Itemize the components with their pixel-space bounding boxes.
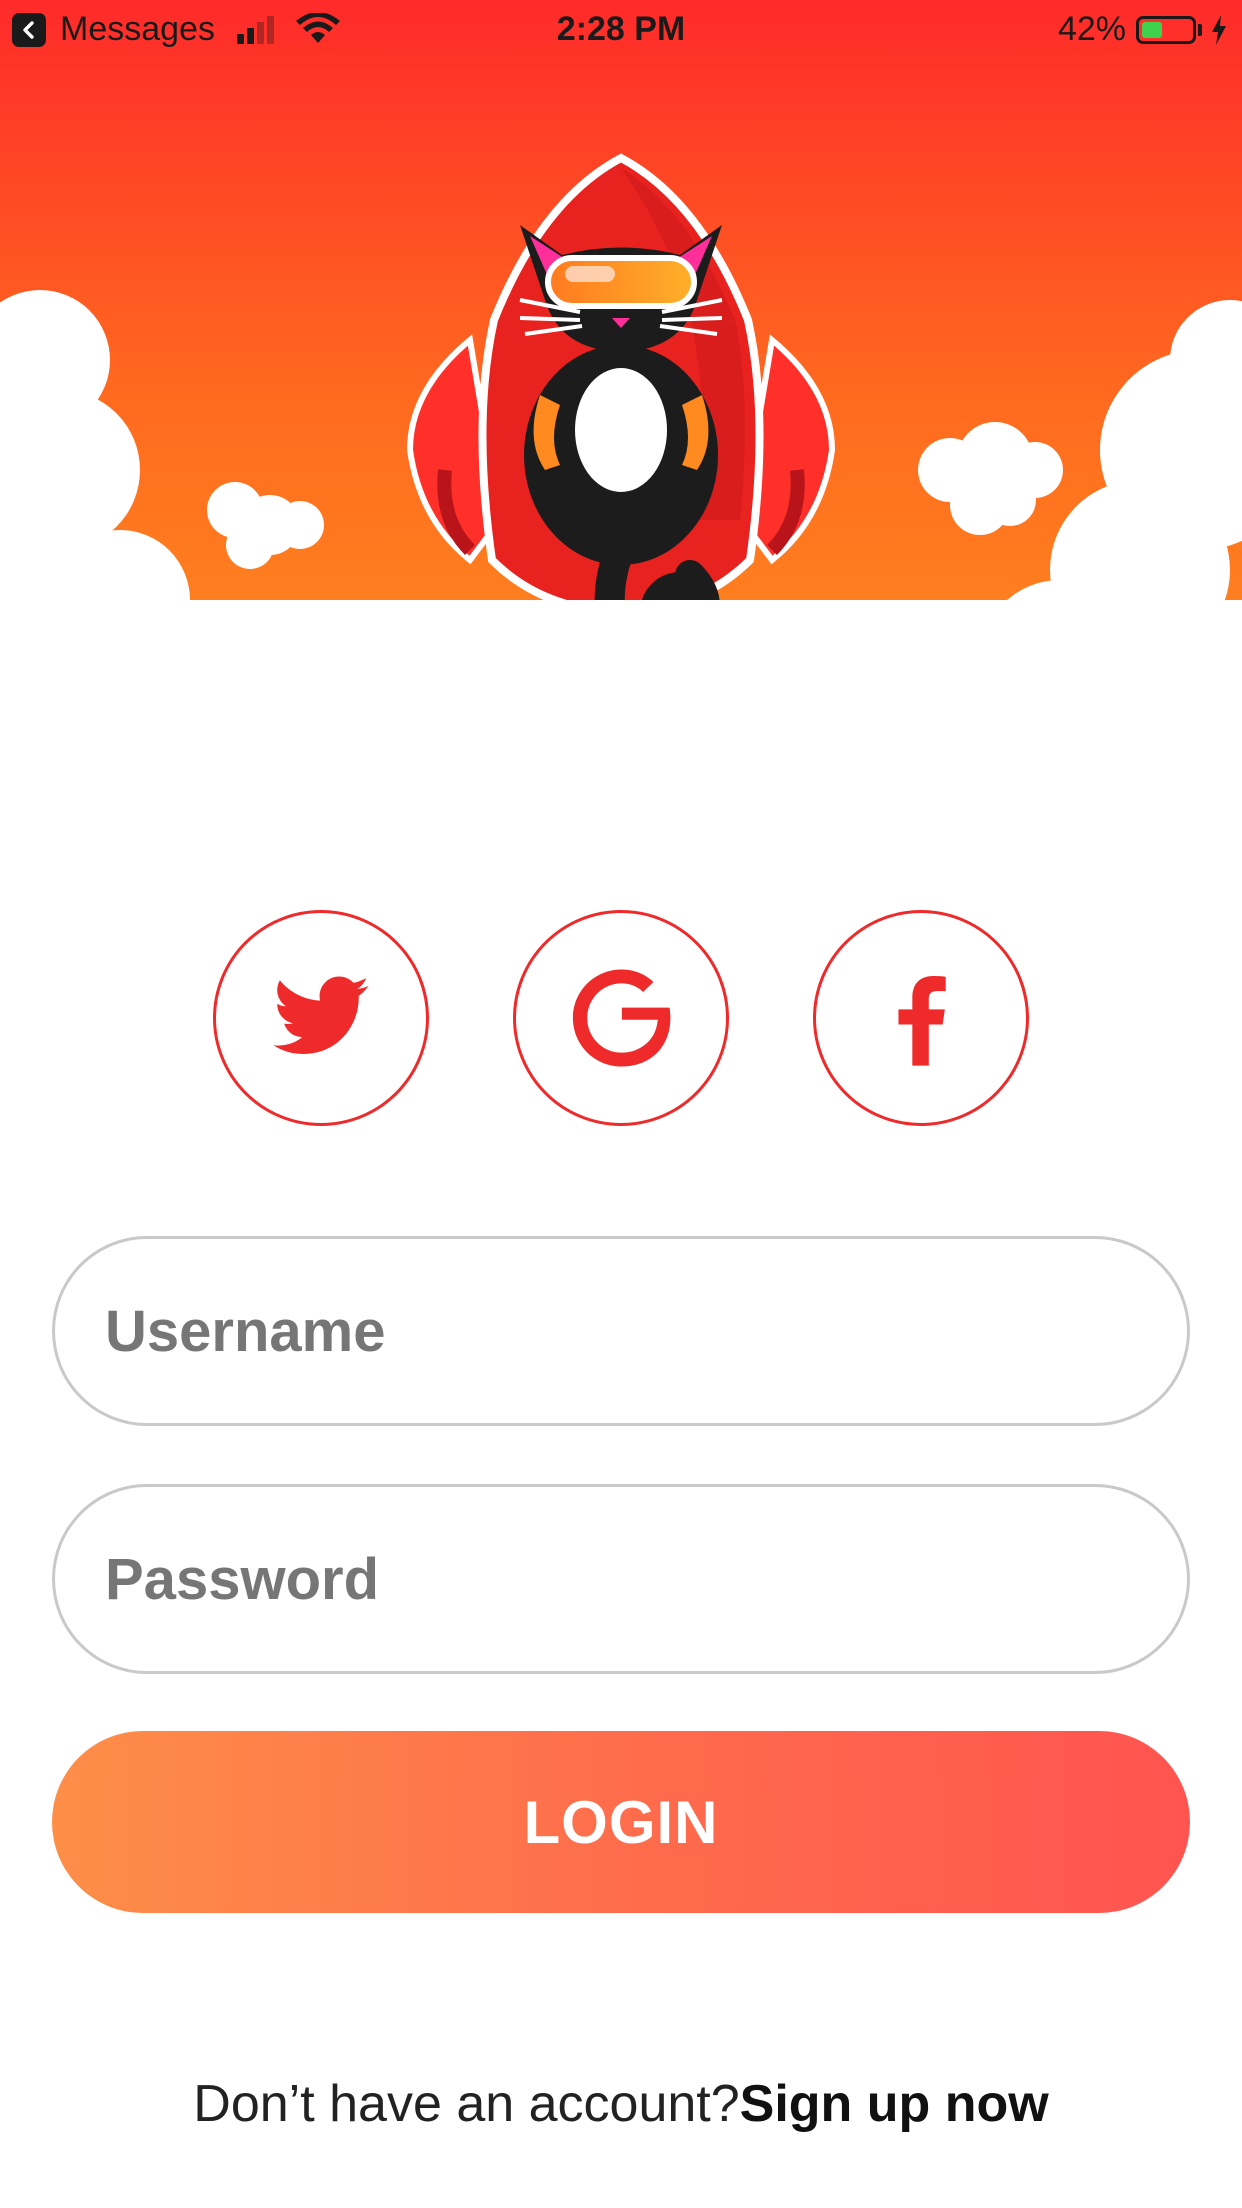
battery-icon bbox=[1136, 15, 1196, 44]
battery-fill bbox=[1142, 21, 1163, 38]
status-bar: Messages 2:28 PM 42% bbox=[0, 0, 1242, 62]
twitter-login-button[interactable] bbox=[213, 910, 429, 1126]
signup-prompt: Don’t have an account?Sign up now bbox=[0, 2074, 1242, 2134]
hero-illustration bbox=[0, 0, 1242, 880]
google-icon bbox=[572, 969, 671, 1067]
social-login-row bbox=[0, 910, 1242, 1126]
login-button[interactable]: LOGIN bbox=[52, 1731, 1190, 1913]
status-right: 42% bbox=[1058, 10, 1228, 49]
twitter-icon bbox=[273, 976, 369, 1054]
battery-percent: 42% bbox=[1057, 10, 1126, 48]
status-time: 2:28 PM bbox=[556, 10, 686, 48]
battery-tip bbox=[1198, 23, 1202, 36]
google-login-button[interactable] bbox=[513, 910, 729, 1126]
username-field[interactable] bbox=[52, 1236, 1190, 1426]
signup-link[interactable]: Sign up now bbox=[740, 2075, 1049, 2133]
facebook-login-button[interactable] bbox=[813, 910, 1029, 1126]
facebook-icon bbox=[898, 975, 946, 1066]
password-input[interactable] bbox=[103, 1544, 1187, 1614]
password-field[interactable] bbox=[52, 1484, 1190, 1674]
charging-bolt-icon bbox=[1210, 13, 1228, 47]
username-input[interactable] bbox=[103, 1296, 1187, 1366]
signup-prompt-text: Don’t have an account? bbox=[193, 2075, 740, 2133]
